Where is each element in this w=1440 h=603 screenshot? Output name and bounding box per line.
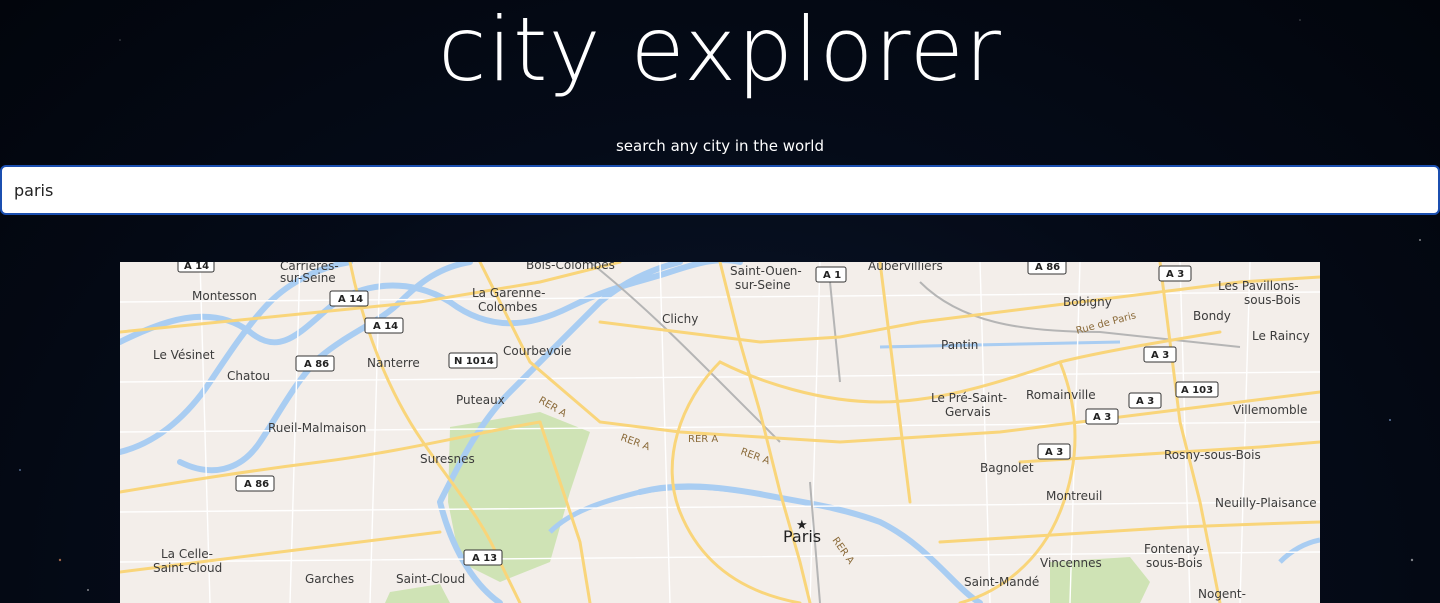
place-label-saint-mande: Saint-Mandé	[964, 575, 1039, 589]
place-label-saint-ouen-2: sur-Seine	[735, 278, 791, 292]
capital-star-icon: ★	[796, 518, 808, 533]
road-shield: A 14	[177, 262, 215, 273]
place-label-gervais: Gervais	[945, 405, 991, 419]
place-label-nogent: Nogent-	[1198, 587, 1246, 601]
svg-text:A 1: A 1	[823, 270, 841, 281]
svg-text:A 86: A 86	[244, 479, 269, 490]
place-label-sous-bois: sous-Bois	[1244, 293, 1301, 307]
place-label-la-garenne: La Garenne-	[472, 286, 545, 300]
place-label-pantin: Pantin	[941, 338, 978, 352]
road-shield: A 86	[295, 355, 335, 372]
place-label-neuilly-plaisance: Neuilly-Plaisance	[1215, 496, 1317, 510]
road-shield: A 13	[463, 549, 503, 566]
place-label-puteaux: Puteaux	[456, 393, 505, 407]
svg-text:A 14: A 14	[338, 294, 363, 305]
road-shield: A 103	[1175, 381, 1219, 398]
place-label-garches: Garches	[305, 572, 354, 586]
place-label-saint-ouen: Saint-Ouen-	[730, 264, 802, 278]
place-label-nanterre: Nanterre	[367, 356, 420, 370]
road-shield: A 1	[815, 266, 847, 283]
road-shield: A 3	[1085, 408, 1119, 425]
place-label-colombes: Colombes	[478, 300, 537, 314]
place-label-le-vesinet: Le Vésinet	[153, 348, 215, 362]
place-label-vincennes: Vincennes	[1040, 556, 1102, 570]
svg-text:A 103: A 103	[1181, 385, 1213, 396]
svg-text:A 3: A 3	[1093, 412, 1111, 423]
road-shield: A 3	[1143, 346, 1177, 363]
place-label-bondy: Bondy	[1193, 309, 1231, 323]
place-label-fontenay: Fontenay-	[1144, 542, 1204, 556]
map-canvas[interactable]: Carrières- sur-Seine Bois-Colombes Saint…	[120, 262, 1320, 603]
page-subtitle: search any city in the world	[615, 137, 824, 155]
place-label-le-pre: Le Pré-Saint-	[931, 391, 1007, 405]
svg-text:A 3: A 3	[1166, 269, 1184, 280]
road-shield: N 1014	[448, 352, 498, 369]
place-label-bagnolet: Bagnolet	[980, 461, 1034, 475]
road-shield: A 14	[364, 317, 404, 334]
place-label-bobigny: Bobigny	[1063, 295, 1112, 309]
road-shield: A 3	[1128, 392, 1162, 409]
place-label-les-pavillons: Les Pavillons-	[1218, 279, 1299, 293]
place-label-romainville: Romainville	[1026, 388, 1096, 402]
svg-text:N 1014: N 1014	[454, 356, 494, 367]
place-label-la-celle: La Celle-	[161, 547, 213, 561]
place-label-sur-seine: sur-Seine	[280, 271, 336, 285]
svg-text:A 3: A 3	[1151, 350, 1169, 361]
place-label-le-raincy: Le Raincy	[1252, 329, 1310, 343]
svg-text:A 3: A 3	[1136, 396, 1154, 407]
place-label-montreuil: Montreuil	[1046, 489, 1102, 503]
road-shield: A 3	[1037, 443, 1071, 460]
place-label-saint-cloud: Saint-Cloud	[396, 572, 465, 586]
city-map[interactable]: Carrières- sur-Seine Bois-Colombes Saint…	[120, 262, 1320, 603]
rer-label: RER A	[688, 434, 718, 445]
svg-text:A 13: A 13	[472, 553, 497, 564]
place-label-saint-cloud-2: Saint-Cloud	[153, 561, 222, 575]
place-label-chatou: Chatou	[227, 369, 270, 383]
place-label-courbevoie: Courbevoie	[503, 344, 571, 358]
place-label-montesson: Montesson	[192, 289, 257, 303]
svg-text:A 86: A 86	[1035, 262, 1060, 273]
place-label-rueil: Rueil-Malmaison	[268, 421, 366, 435]
svg-text:A 3: A 3	[1045, 447, 1063, 458]
place-label-rosny: Rosny-sous-Bois	[1164, 448, 1261, 462]
place-label-bois-colombes: Bois-Colombes	[526, 262, 615, 272]
page-title: city explorer	[438, 0, 1002, 101]
place-label-villemomble: Villemomble	[1233, 403, 1307, 417]
svg-text:A 86: A 86	[304, 359, 329, 370]
place-label-suresnes: Suresnes	[420, 452, 475, 466]
place-label-fontenay-2: sous-Bois	[1146, 556, 1203, 570]
city-search-input[interactable]	[0, 165, 1440, 215]
road-shield: A 86	[1027, 262, 1067, 275]
place-label-clichy: Clichy	[662, 312, 698, 326]
road-shield: A 3	[1158, 265, 1192, 282]
svg-text:A 14: A 14	[184, 262, 209, 272]
svg-text:A 14: A 14	[373, 321, 398, 332]
place-label-aubervilliers: Aubervilliers	[868, 262, 943, 273]
road-shield: A 86	[235, 475, 275, 492]
road-shield: A 14	[329, 290, 369, 307]
